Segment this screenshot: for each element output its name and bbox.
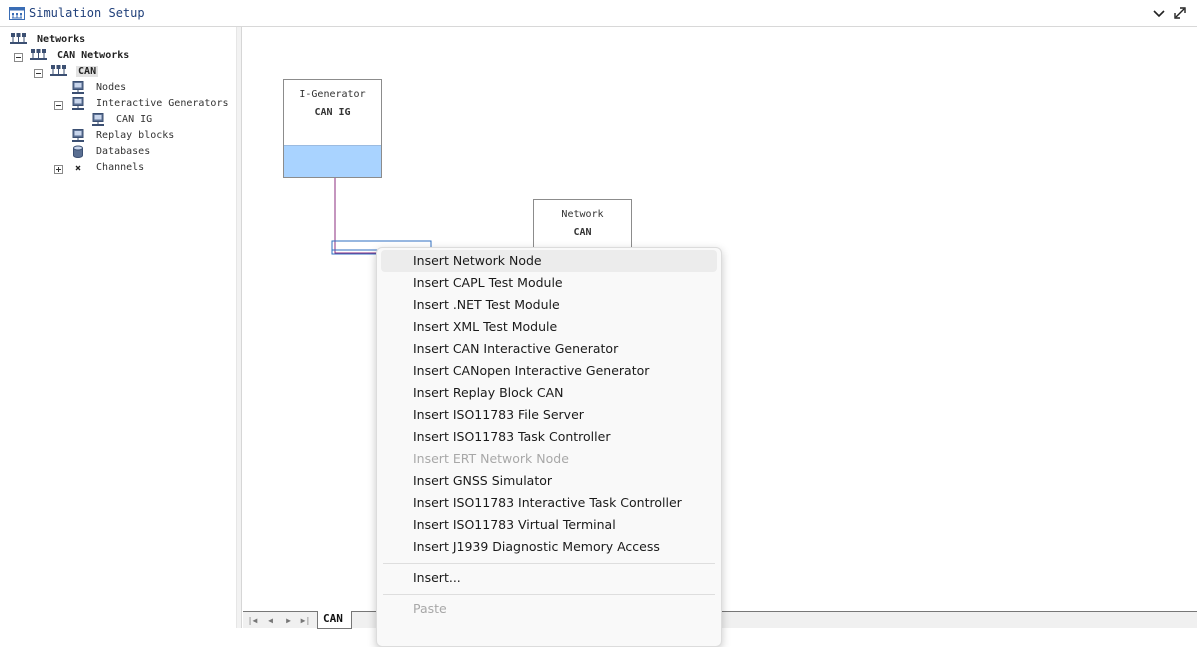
menu-item-insert-iso11783-task-controller[interactable]: Insert ISO11783 Task Controller xyxy=(381,426,717,448)
database-icon xyxy=(73,145,83,158)
channel-icon xyxy=(75,165,81,170)
tree-label-interactive-generators: Interactive Generators xyxy=(96,98,229,109)
block-name-label: CAN xyxy=(573,227,592,238)
title-bar: Simulation Setup xyxy=(0,0,1197,27)
block-name-label: CAN IG xyxy=(314,107,351,118)
node-icon xyxy=(72,80,84,94)
tree-item-nodes[interactable]: Nodes xyxy=(72,80,126,96)
menu-item-insert-net-test-module[interactable]: Insert .NET Test Module xyxy=(381,294,717,316)
menu-separator xyxy=(383,563,715,564)
menu-item-insert-iso11783-file-server[interactable]: Insert ISO11783 File Server xyxy=(381,404,717,426)
tree-label-can-ig: CAN IG xyxy=(116,114,153,125)
next-tab-icon[interactable]: ▶ xyxy=(281,614,296,627)
generator-icon xyxy=(92,112,104,126)
menu-item-insert-can-interactive-generator[interactable]: Insert CAN Interactive Generator xyxy=(381,338,717,360)
context-menu: Insert Network Node Insert CAPL Test Mod… xyxy=(376,247,722,647)
tree-item-interactive-generators[interactable]: Interactive Generators xyxy=(72,96,228,112)
tree-label-databases: Databases xyxy=(96,146,151,157)
tree-item-replay-blocks[interactable]: Replay blocks xyxy=(72,128,174,144)
menu-item-insert-network-node[interactable]: Insert Network Node xyxy=(381,250,717,272)
menu-item-insert-replay-block-can[interactable]: Insert Replay Block CAN xyxy=(381,382,717,404)
tree-item-channels[interactable]: Channels xyxy=(72,160,144,176)
last-tab-icon[interactable]: ▶| xyxy=(298,614,313,627)
tree-label-channels: Channels xyxy=(96,162,145,173)
prev-tab-icon[interactable]: ◀ xyxy=(263,614,278,627)
network-icon xyxy=(10,33,27,44)
menu-item-insert-xml-test-module[interactable]: Insert XML Test Module xyxy=(381,316,717,338)
menu-item-insert-ert-network-node: Insert ERT Network Node xyxy=(413,451,569,466)
tree-collapse-toggle[interactable] xyxy=(34,69,43,78)
block-type-label: Network xyxy=(561,209,604,220)
network-icon xyxy=(50,65,67,76)
menu-item-paste: Paste xyxy=(413,601,447,616)
menu-item-insert-more[interactable]: Insert... xyxy=(381,567,717,589)
i-generator-block[interactable]: I-Generator CAN IG xyxy=(283,79,382,178)
tree-item-networks[interactable]: Networks xyxy=(10,32,85,48)
first-tab-icon[interactable]: |◀ xyxy=(245,614,260,627)
network-icon xyxy=(30,49,47,60)
node-icon xyxy=(72,96,84,110)
panel-splitter[interactable] xyxy=(236,27,242,628)
menu-item-insert-canopen-interactive-generator[interactable]: Insert CANopen Interactive Generator xyxy=(381,360,717,382)
tree-label-nodes: Nodes xyxy=(96,82,127,93)
menu-item-insert-gnss-simulator[interactable]: Insert GNSS Simulator xyxy=(381,470,717,492)
replay-block-icon xyxy=(72,128,84,142)
chevron-down-icon[interactable] xyxy=(1151,5,1167,21)
tree-label-replay-blocks: Replay blocks xyxy=(96,130,175,141)
maximize-icon[interactable] xyxy=(1172,5,1188,21)
tree-label-can-networks: CAN Networks xyxy=(57,50,130,61)
simulation-setup-icon xyxy=(9,7,25,20)
tab-can[interactable]: CAN xyxy=(317,611,352,629)
network-tree: Networks CAN Networks CAN Nodes Interact… xyxy=(0,27,236,628)
tree-collapse-toggle[interactable] xyxy=(54,101,63,110)
tree-item-databases[interactable]: Databases xyxy=(72,144,150,160)
menu-item-insert-iso11783-virtual-terminal[interactable]: Insert ISO11783 Virtual Terminal xyxy=(381,514,717,536)
tree-item-can-ig[interactable]: CAN IG xyxy=(92,112,152,128)
menu-item-insert-j1939-diagnostic-memory-access[interactable]: Insert J1939 Diagnostic Memory Access xyxy=(381,536,717,558)
tree-label-networks: Networks xyxy=(37,34,86,45)
menu-item-insert-iso11783-interactive-task-controller[interactable]: Insert ISO11783 Interactive Task Control… xyxy=(381,492,717,514)
tree-expand-toggle[interactable] xyxy=(54,165,63,174)
tree-collapse-toggle[interactable] xyxy=(14,53,23,62)
menu-separator xyxy=(383,594,715,595)
block-type-label: I-Generator xyxy=(299,89,366,100)
tree-item-can-networks[interactable]: CAN Networks xyxy=(30,48,129,64)
tree-label-can: CAN xyxy=(76,66,99,77)
tree-item-can[interactable]: CAN xyxy=(50,64,99,80)
menu-item-insert-capl-test-module[interactable]: Insert CAPL Test Module xyxy=(381,272,717,294)
block-status-fill xyxy=(284,145,381,177)
window-title: Simulation Setup xyxy=(29,6,145,20)
